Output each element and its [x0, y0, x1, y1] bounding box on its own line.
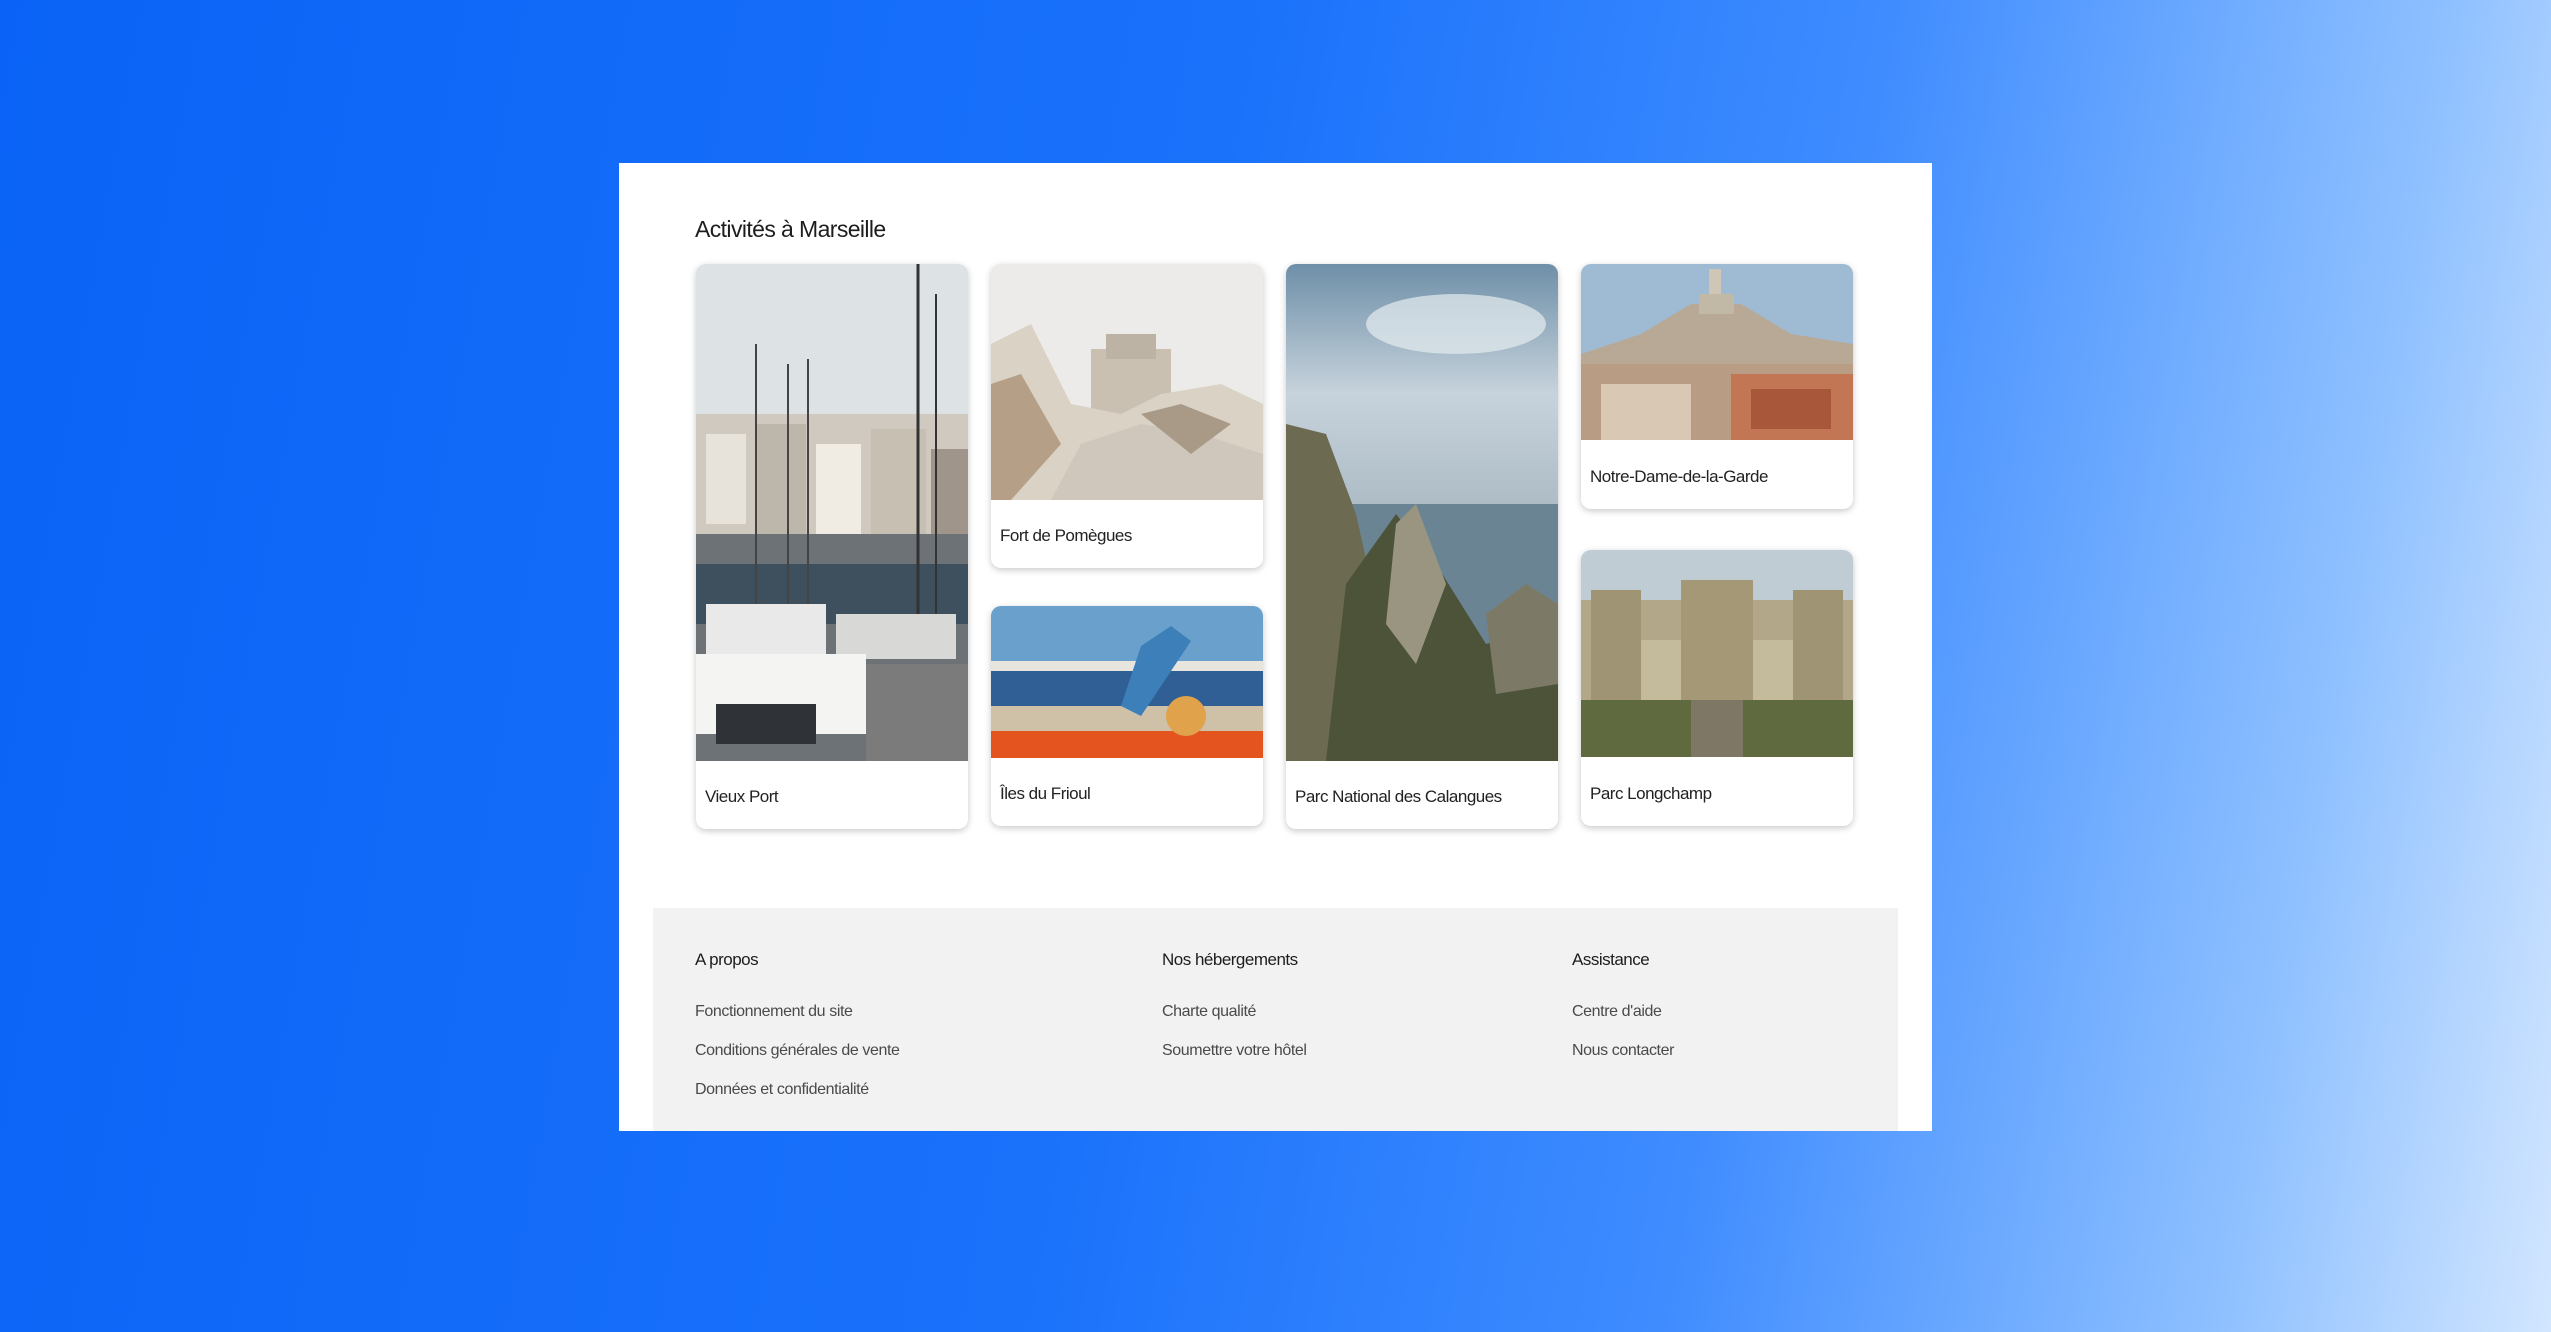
footer-link-charte[interactable]: Charte qualité: [1162, 1003, 1256, 1021]
footer-link-soumettre[interactable]: Soumettre votre hôtel: [1162, 1042, 1307, 1060]
fort-photo: [991, 264, 1263, 500]
footer-link-contact[interactable]: Nous contacter: [1572, 1042, 1674, 1060]
activity-card-fort-de-pomegues[interactable]: Fort de Pomègues: [991, 264, 1263, 568]
activity-card-vieux-port[interactable]: Vieux Port: [696, 264, 968, 829]
activity-card-notre-dame-de-la-garde[interactable]: Notre-Dame-de-la-Garde: [1581, 264, 1853, 509]
footer-heading: Nos hébergements: [1162, 950, 1298, 969]
activity-card-parc-national-des-calangues[interactable]: Parc National des Calangues: [1286, 264, 1558, 829]
card-label: Fort de Pomègues: [1000, 526, 1132, 545]
longchamp-photo: [1581, 550, 1853, 757]
notre-dame-photo: [1581, 264, 1853, 440]
frioul-photo: [991, 606, 1263, 758]
activity-card-parc-longchamp[interactable]: Parc Longchamp: [1581, 550, 1853, 826]
footer-link-fonctionnement[interactable]: Fonctionnement du site: [695, 1003, 853, 1021]
footer: A propos Fonctionnement du site Conditio…: [653, 908, 1898, 1131]
footer-link-conditions[interactable]: Conditions générales de vente: [695, 1042, 900, 1060]
footer-heading: A propos: [695, 950, 759, 969]
section-title: Activités à Marseille: [695, 216, 886, 242]
card-label: Parc National des Calangues: [1295, 787, 1502, 806]
activity-card-iles-du-frioul[interactable]: Îles du Frioul: [991, 606, 1263, 826]
calanques-photo: [1286, 264, 1558, 761]
card-label: Notre-Dame-de-la-Garde: [1590, 467, 1768, 486]
page-container: Activités à Marseille Vieux Port Fort de…: [619, 163, 1932, 1131]
card-label: Îles du Frioul: [1000, 784, 1091, 803]
card-label: Vieux Port: [705, 787, 779, 806]
footer-link-centre-aide[interactable]: Centre d'aide: [1572, 1003, 1662, 1021]
vieux-port-photo: [696, 264, 968, 761]
footer-link-donnees[interactable]: Données et confidentialité: [695, 1081, 869, 1099]
card-label: Parc Longchamp: [1590, 784, 1712, 803]
footer-heading: Assistance: [1572, 950, 1650, 969]
